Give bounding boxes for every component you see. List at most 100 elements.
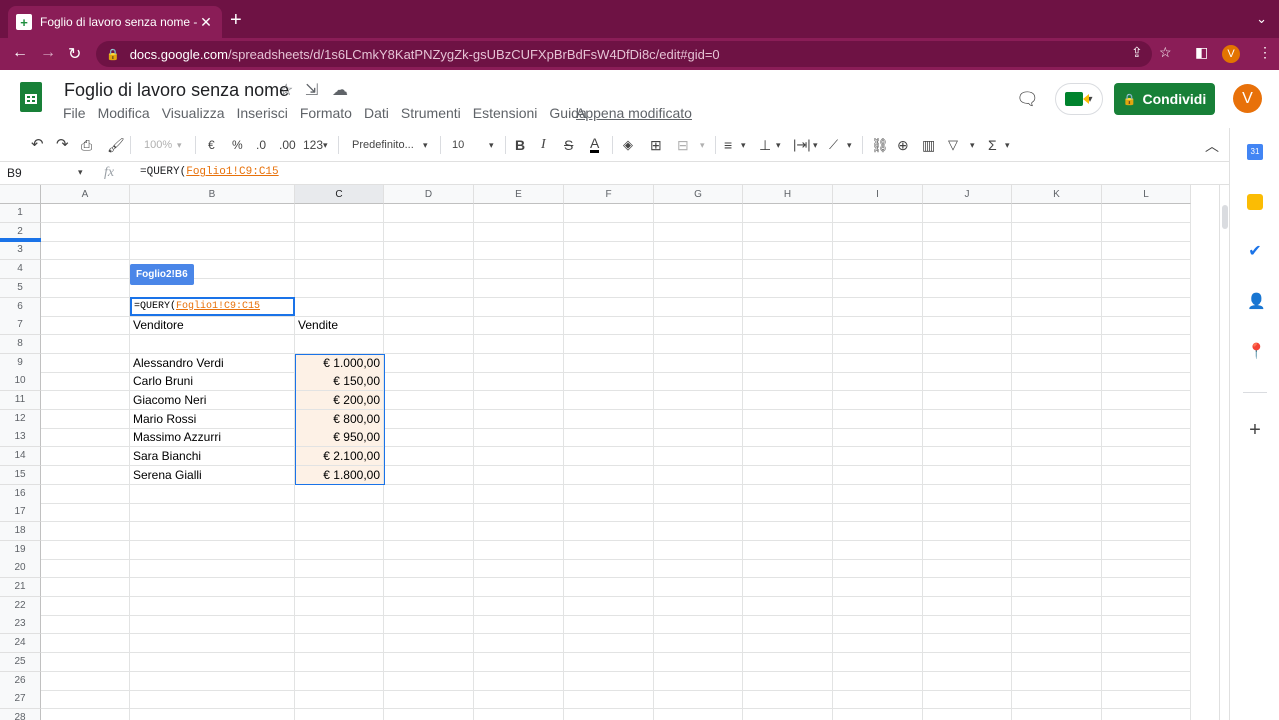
cell-l4[interactable] <box>1102 260 1191 280</box>
cell-e15[interactable] <box>474 465 564 485</box>
cell-g6[interactable] <box>654 297 743 317</box>
cell-c20[interactable] <box>295 559 384 579</box>
cell-i16[interactable] <box>833 484 923 504</box>
back-arrow-icon[interactable]: ← <box>12 44 28 62</box>
cell-k11[interactable] <box>1012 391 1102 410</box>
cell-g27[interactable] <box>654 690 743 710</box>
row-header-19[interactable]: 19 <box>0 540 41 560</box>
cell-j24[interactable] <box>923 634 1012 654</box>
row-header-26[interactable]: 26 <box>0 671 41 691</box>
cell-a22[interactable] <box>41 596 130 616</box>
cell-e12[interactable] <box>474 409 564 429</box>
cell-l22[interactable] <box>1102 596 1191 616</box>
row-header-23[interactable]: 23 <box>0 615 41 635</box>
cell-c1[interactable] <box>295 204 384 223</box>
row-header-4[interactable]: 4 <box>0 260 41 280</box>
row-header-17[interactable]: 17 <box>0 503 41 523</box>
cell-g5[interactable] <box>654 278 743 298</box>
cell-g25[interactable] <box>654 652 743 672</box>
cell-b10[interactable]: Carlo Bruni <box>130 372 295 392</box>
cell-j1[interactable] <box>923 204 1012 223</box>
cell-f24[interactable] <box>564 634 654 654</box>
cell-k2[interactable] <box>1012 222 1102 242</box>
cell-g13[interactable] <box>654 428 743 448</box>
cloud-status-icon[interactable]: ☁ <box>332 80 348 100</box>
cell-a13[interactable] <box>41 428 130 448</box>
cell-g17[interactable] <box>654 503 743 523</box>
cell-k28[interactable] <box>1012 708 1102 720</box>
menu-estensioni[interactable]: Estensioni <box>473 105 538 121</box>
cell-l7[interactable] <box>1102 316 1191 336</box>
cell-k15[interactable] <box>1012 465 1102 485</box>
menu-visualizza[interactable]: Visualizza <box>162 105 225 121</box>
cell-k9[interactable] <box>1012 353 1102 373</box>
close-tab-icon[interactable]: ✕ <box>198 14 214 31</box>
cell-l6[interactable] <box>1102 297 1191 317</box>
row-header-1[interactable]: 1 <box>0 204 41 223</box>
cell-c5[interactable] <box>295 278 384 298</box>
cell-k19[interactable] <box>1012 540 1102 560</box>
cell-d2[interactable] <box>384 222 474 242</box>
cell-e1[interactable] <box>474 204 564 223</box>
cell-a25[interactable] <box>41 652 130 672</box>
cell-g15[interactable] <box>654 465 743 485</box>
cell-l12[interactable] <box>1102 409 1191 429</box>
cell-j4[interactable] <box>923 260 1012 280</box>
zoom-select[interactable]: 100% <box>144 137 172 153</box>
cell-b8[interactable] <box>130 334 295 354</box>
cell-l24[interactable] <box>1102 634 1191 654</box>
cell-h6[interactable] <box>743 297 833 317</box>
cell-e2[interactable] <box>474 222 564 242</box>
cell-e27[interactable] <box>474 690 564 710</box>
cell-d19[interactable] <box>384 540 474 560</box>
cell-g1[interactable] <box>654 204 743 223</box>
cell-d17[interactable] <box>384 503 474 523</box>
cell-b9[interactable]: Alessandro Verdi <box>130 353 295 373</box>
cell-d6[interactable] <box>384 297 474 317</box>
cell-h2[interactable] <box>743 222 833 242</box>
cell-e3[interactable] <box>474 241 564 261</box>
cell-f20[interactable] <box>564 559 654 579</box>
menu-file[interactable]: File <box>63 105 86 121</box>
cell-f22[interactable] <box>564 596 654 616</box>
cell-h1[interactable] <box>743 204 833 223</box>
share-button[interactable]: 🔒 Condividi <box>1114 83 1215 115</box>
cell-g18[interactable] <box>654 521 743 541</box>
strikethrough-icon[interactable]: S <box>564 137 573 153</box>
bookmark-star-icon[interactable]: ☆ <box>1159 44 1172 61</box>
cell-i4[interactable] <box>833 260 923 280</box>
cell-c24[interactable] <box>295 634 384 654</box>
row-header-6[interactable]: 6 <box>0 297 41 317</box>
cell-d4[interactable] <box>384 260 474 280</box>
cell-f6[interactable] <box>564 297 654 317</box>
cell-i17[interactable] <box>833 503 923 523</box>
cell-i26[interactable] <box>833 671 923 691</box>
cell-k23[interactable] <box>1012 615 1102 635</box>
sheets-logo-icon[interactable] <box>20 82 42 112</box>
cell-c9[interactable]: € 1.000,00 <box>295 353 384 373</box>
browser-tab[interactable]: + Foglio di lavoro senza nome - F ✕ <box>8 6 222 38</box>
cell-h27[interactable] <box>743 690 833 710</box>
cell-c3[interactable] <box>295 241 384 261</box>
calendar-icon[interactable]: 31 <box>1247 144 1263 160</box>
cell-b18[interactable] <box>130 521 295 541</box>
column-header-l[interactable]: L <box>1102 185 1191 204</box>
column-header-f[interactable]: F <box>564 185 654 204</box>
column-header-b[interactable]: B <box>130 185 295 204</box>
cell-b16[interactable] <box>130 484 295 504</box>
cell-k16[interactable] <box>1012 484 1102 504</box>
cell-f12[interactable] <box>564 409 654 429</box>
cell-b19[interactable] <box>130 540 295 560</box>
cell-b14[interactable]: Sara Bianchi <box>130 447 295 467</box>
cell-c11[interactable]: € 200,00 <box>295 391 384 410</box>
cell-f10[interactable] <box>564 372 654 392</box>
cell-f8[interactable] <box>564 334 654 354</box>
cell-j7[interactable] <box>923 316 1012 336</box>
cell-j12[interactable] <box>923 409 1012 429</box>
cell-a19[interactable] <box>41 540 130 560</box>
borders-icon[interactable]: ⊞ <box>650 137 662 153</box>
cell-h13[interactable] <box>743 428 833 448</box>
cell-a11[interactable] <box>41 391 130 410</box>
cell-j14[interactable] <box>923 447 1012 467</box>
cell-c15[interactable]: € 1.800,00 <box>295 465 384 485</box>
